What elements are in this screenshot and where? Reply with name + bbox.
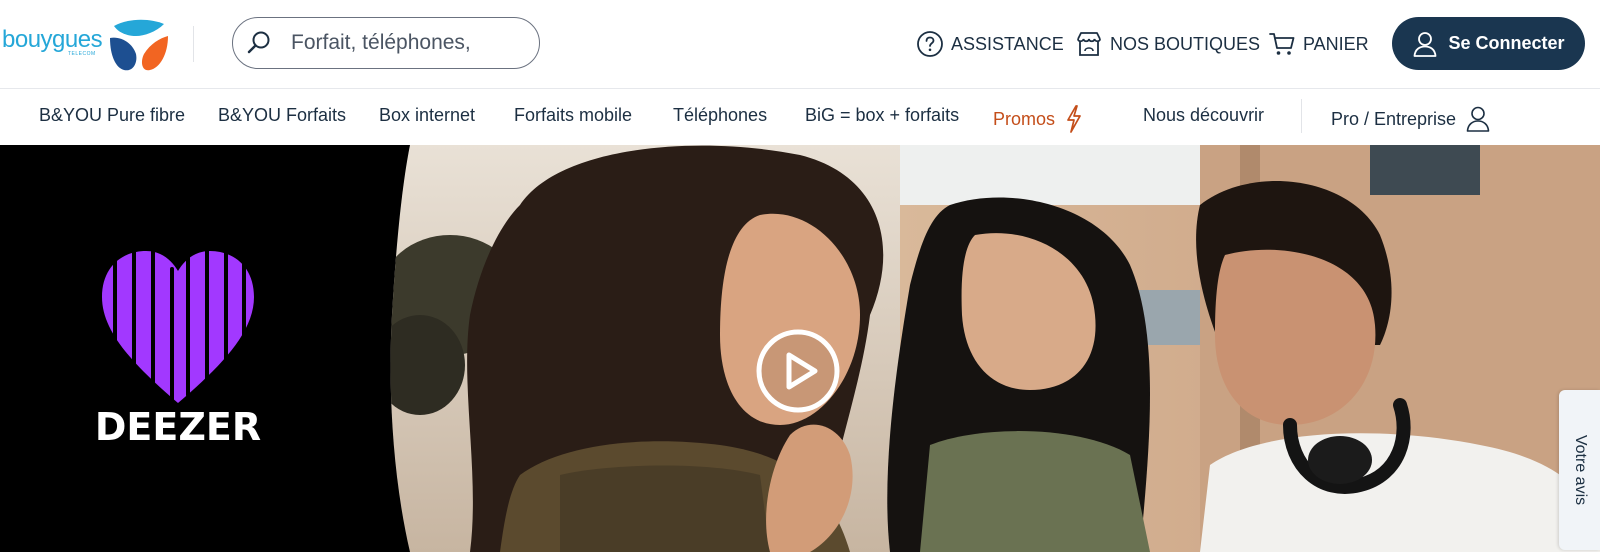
nav-item-label: B&YOU Pure fibre	[39, 105, 186, 125]
user-icon	[1466, 106, 1490, 132]
nav-item-label: B&YOU Forfaits	[218, 105, 347, 125]
feedback-label: Votre avis	[1571, 434, 1589, 506]
search-input[interactable]	[291, 28, 521, 58]
nav-item-pure-fibre[interactable]: B&YOU Pure fibre	[39, 105, 185, 126]
nav-item-label: Promos	[993, 108, 1056, 129]
nav-item-label: Forfaits mobile	[514, 105, 633, 125]
nav-item-box-internet[interactable]: Box internet	[379, 105, 475, 126]
user-icon	[1414, 31, 1437, 57]
nav-item-promos[interactable]: Promos	[993, 105, 1083, 133]
nav-item-label: Nous découvrir	[1143, 105, 1265, 125]
search-box[interactable]	[232, 17, 540, 69]
login-label: Se Connecter	[1448, 33, 1565, 53]
boutiques-link[interactable]: NOS BOUTIQUES	[1075, 28, 1260, 60]
lightning-icon	[1067, 105, 1081, 133]
nav-item-pro-entreprise[interactable]: Pro / Entreprise	[1331, 105, 1490, 133]
bouygues-mark-icon	[110, 19, 168, 71]
nav-item-label: Téléphones	[673, 105, 768, 125]
header-divider	[193, 26, 194, 62]
nav-item-label: BiG = box + forfaits	[805, 105, 960, 125]
cart-icon	[1269, 33, 1295, 55]
main-nav: B&YOU Pure fibre B&YOU Forfaits Box inte…	[0, 89, 1600, 145]
cart-link[interactable]: PANIER	[1268, 28, 1369, 60]
search-icon	[247, 31, 270, 54]
hero-banner: DEEZER Votre avis	[0, 145, 1600, 552]
assistance-label: ASSISTANCE	[951, 33, 1064, 54]
nav-item-forfaits-mobile[interactable]: Forfaits mobile	[514, 105, 632, 126]
boutiques-label: NOS BOUTIQUES	[1110, 33, 1261, 54]
feedback-tab[interactable]: Votre avis	[1559, 390, 1600, 550]
store-icon	[1077, 32, 1101, 56]
nav-divider	[1301, 99, 1302, 133]
nav-item-byou-forfaits[interactable]: B&YOU Forfaits	[218, 105, 346, 126]
page: bouygues TELECOM ASSISTANCE	[0, 0, 1600, 552]
login-button[interactable]: Se Connecter	[1392, 17, 1585, 70]
nav-item-label: Box internet	[379, 105, 476, 125]
nav-item-label: Pro / Entreprise	[1331, 108, 1457, 129]
deezer-logo-text: DEEZER	[94, 405, 262, 449]
cart-label: PANIER	[1303, 33, 1369, 54]
play-icon[interactable]	[756, 329, 840, 413]
deezer-heart-icon	[102, 247, 254, 403]
logo-text: bouygues	[2, 26, 103, 53]
help-circle-icon	[917, 31, 943, 57]
nav-item-nous-decouvrir[interactable]: Nous découvrir	[1143, 105, 1264, 126]
assistance-link[interactable]: ASSISTANCE	[916, 28, 1064, 60]
site-header: bouygues TELECOM ASSISTANCE	[0, 0, 1600, 89]
nav-item-telephones[interactable]: Téléphones	[673, 105, 767, 126]
bouygues-logo[interactable]: bouygues TELECOM	[2, 14, 170, 74]
logo-subtext: TELECOM	[68, 51, 96, 57]
nav-item-big[interactable]: BiG = box + forfaits	[805, 105, 959, 126]
